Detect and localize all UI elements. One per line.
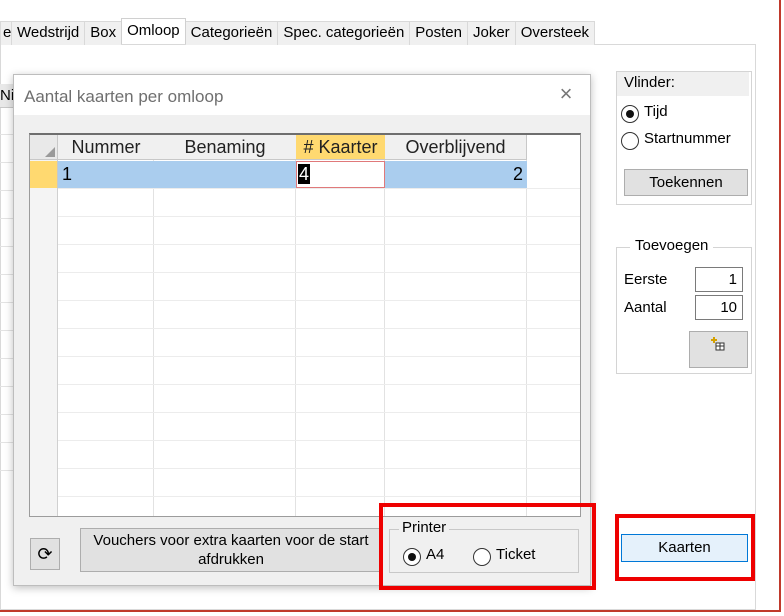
vouchers-button[interactable]: Vouchers voor extra kaarten voor de star… <box>80 528 382 572</box>
grid-row-line <box>30 300 580 301</box>
refresh-button[interactable]: ⟳ <box>30 538 60 570</box>
add-rows-button[interactable] <box>689 331 748 368</box>
background-grid-header: Ni <box>0 84 14 108</box>
background-grid-line <box>0 134 14 135</box>
tab-strip: e Wedstrijd Box Omloop Categorieën Spec.… <box>0 18 596 45</box>
radio-ticket-label: Ticket <box>496 546 536 563</box>
tab-omloop[interactable]: Omloop <box>121 18 186 44</box>
tab-label: Box <box>90 24 117 41</box>
toekennen-button[interactable]: Toekennen <box>624 169 748 196</box>
grid-row-line <box>30 384 580 385</box>
vlinder-title: Vlinder: <box>617 72 749 96</box>
col-header-kaarten[interactable]: # Kaarter <box>296 135 386 160</box>
grid-row-line <box>30 272 580 273</box>
radio-startnummer[interactable] <box>621 132 639 150</box>
tab-wedstrijd[interactable]: Wedstrijd <box>11 21 86 45</box>
tab-categorieen[interactable]: Categorieën <box>184 21 279 45</box>
grid-row-line <box>30 440 580 441</box>
tab-box[interactable]: Box <box>84 21 123 45</box>
grid-row-line <box>30 188 580 189</box>
refresh-icon: ⟳ <box>37 544 53 564</box>
grid-row-line <box>30 328 580 329</box>
tab-label: Joker <box>473 24 510 41</box>
toevoegen-title: Toevoegen <box>630 237 714 254</box>
background-grid-line <box>0 246 14 247</box>
radio-a4[interactable] <box>403 548 421 566</box>
tab-label: Omloop <box>127 22 180 39</box>
tab-label: Categorieën <box>190 24 273 41</box>
grid-row-line <box>30 356 580 357</box>
select-all-icon <box>45 147 55 157</box>
kaarten-dialog: Aantal kaarten per omloop × Nummer Benam… <box>13 74 591 586</box>
cell-kaarten-editor[interactable]: 4 <box>296 161 385 188</box>
cell-overblijvend[interactable]: 2 <box>385 161 527 188</box>
tab-label: Wedstrijd <box>17 24 80 41</box>
col-header-nummer[interactable]: Nummer <box>58 135 155 160</box>
close-icon[interactable]: × <box>556 83 576 105</box>
grid-corner[interactable] <box>30 135 58 160</box>
eerste-label: Eerste <box>624 271 668 288</box>
background-grid-line <box>0 470 14 471</box>
grid-column <box>154 135 296 516</box>
grid-row-line <box>30 216 580 217</box>
grid-column <box>296 135 385 516</box>
background-grid-line <box>0 442 14 443</box>
grid-row-line <box>30 244 580 245</box>
aantal-label: Aantal <box>624 299 667 316</box>
radio-ticket[interactable] <box>473 548 491 566</box>
background-grid-line <box>0 358 14 359</box>
dialog-title: Aantal kaarten per omloop <box>24 87 224 106</box>
vlinder-title-text: Vlinder: <box>624 74 675 91</box>
add-table-icon <box>711 337 725 351</box>
cell-kaarten-value: 4 <box>298 164 311 184</box>
background-grid-line <box>0 330 14 331</box>
radio-startnummer-label: Startnummer <box>644 130 731 147</box>
printer-legend: Printer <box>399 519 450 536</box>
row-header-strip <box>30 160 58 516</box>
background-grid-line <box>0 274 14 275</box>
grid-row-line <box>30 468 580 469</box>
background-grid-header-text: Ni <box>0 87 14 104</box>
col-header-benaming[interactable]: Benaming <box>154 135 297 160</box>
aantal-input[interactable]: 10 <box>695 295 743 320</box>
background-grid-line <box>0 386 14 387</box>
tab-joker[interactable]: Joker <box>467 21 516 45</box>
tab-label: Spec. categorieën <box>283 24 405 41</box>
row-indicator[interactable] <box>30 161 58 188</box>
tab-spec-categorieen[interactable]: Spec. categorieën <box>277 21 411 45</box>
background-grid-line <box>0 414 14 415</box>
background-grid <box>0 78 14 518</box>
tab-label: Posten <box>415 24 462 41</box>
grid-row-line <box>30 496 580 497</box>
radio-tijd-label: Tijd <box>644 103 668 120</box>
eerste-input[interactable]: 1 <box>695 267 743 292</box>
tab-posten[interactable]: Posten <box>409 21 468 45</box>
radio-a4-label: A4 <box>426 546 445 563</box>
tab-label: Oversteek <box>520 24 590 41</box>
col-header-overblijvend[interactable]: Overblijvend <box>385 135 527 160</box>
dialog-body: Nummer Benaming # Kaarter Overblijvend 1… <box>14 115 590 585</box>
cell-benaming[interactable] <box>154 161 296 188</box>
omloop-grid[interactable]: Nummer Benaming # Kaarter Overblijvend 1… <box>29 133 581 517</box>
cell-nummer[interactable]: 1 <box>58 161 154 188</box>
background-grid-line <box>0 302 14 303</box>
grid-column <box>58 135 154 516</box>
tab-oversteek[interactable]: Oversteek <box>514 21 596 45</box>
radio-tijd[interactable] <box>621 105 639 123</box>
grid-row-line <box>30 412 580 413</box>
background-grid-line <box>0 218 14 219</box>
kaarten-button[interactable]: Kaarten <box>621 534 748 562</box>
grid-column <box>385 135 527 516</box>
background-grid-line <box>0 162 14 163</box>
background-grid-line <box>0 190 14 191</box>
